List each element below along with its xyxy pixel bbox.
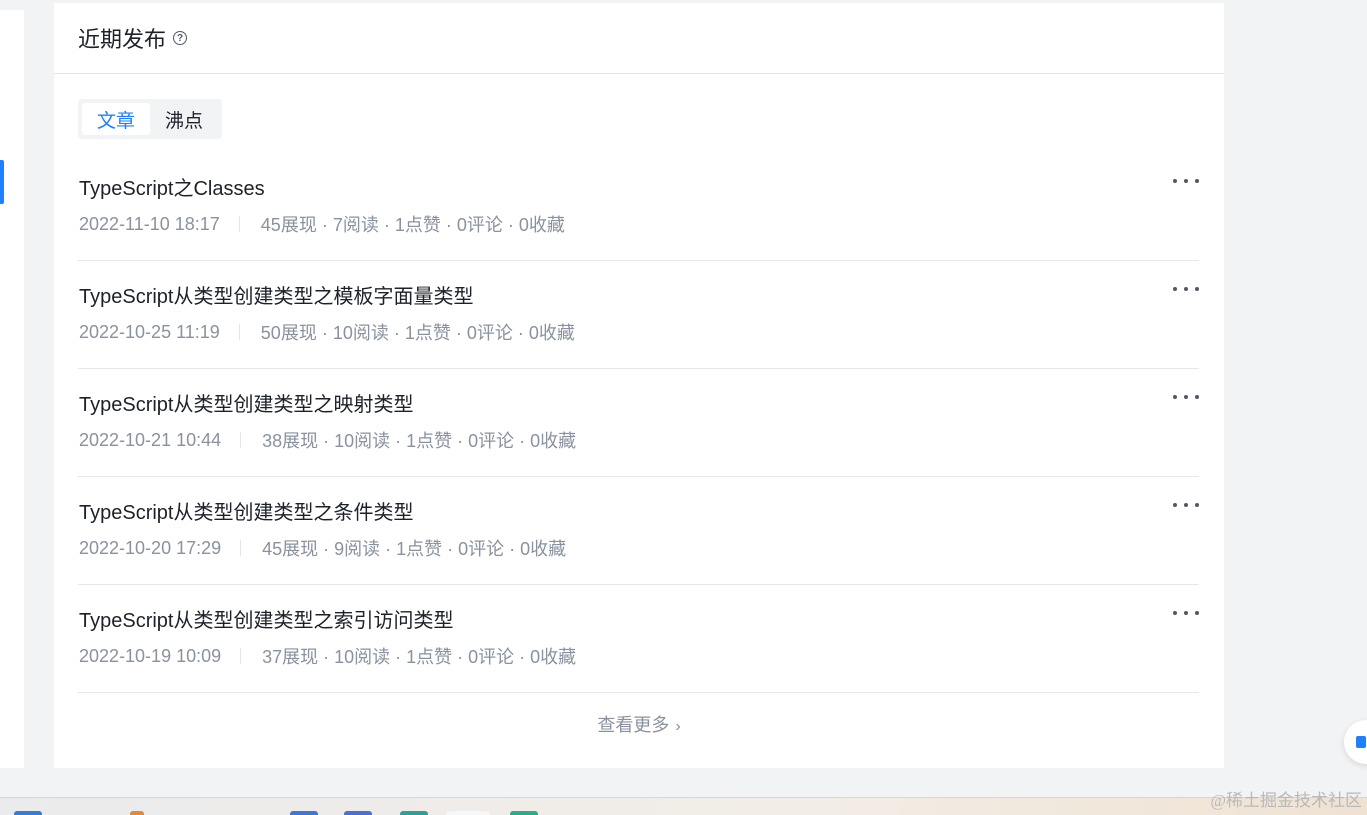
article-stats: 45展现 · 7阅读 · 1点赞 · 0评论 · 0收藏 (260, 215, 565, 235)
more-horizontal-icon[interactable] (1173, 395, 1199, 401)
article-item: TypeScript从类型创建类型之条件类型 2022-10-20 17:29 … (78, 477, 1199, 585)
view-more-label: 查看更多 (597, 715, 670, 735)
meta-divider (238, 324, 240, 340)
recent-posts-card: 近期发布 ? 文章 沸点 TypeScript之Classes 2022-11-… (54, 3, 1224, 768)
chat-icon (1356, 736, 1366, 748)
content-type-tabs: 文章 沸点 (78, 99, 223, 139)
left-sidebar-panel (0, 10, 24, 768)
taskbar-app-icon[interactable] (344, 811, 372, 815)
taskbar-app-icon[interactable] (14, 811, 42, 815)
sidebar-active-indicator (0, 160, 4, 204)
floating-feedback-button[interactable] (1344, 720, 1367, 764)
article-stats: 50展现 · 10阅读 · 1点赞 · 0评论 · 0收藏 (260, 323, 575, 343)
watermark: @稀土掘金技术社区 (1210, 791, 1362, 810)
article-item: TypeScript从类型创建类型之索引访问类型 2022-10-19 10:0… (78, 585, 1199, 693)
article-meta: 2022-10-25 11:19 50展现 · 10阅读 · 1点赞 · 0评论… (79, 319, 575, 345)
tab-pins[interactable]: 沸点 (150, 103, 218, 135)
meta-divider (240, 432, 242, 448)
article-title[interactable]: TypeScript从类型创建类型之映射类型 (79, 388, 413, 417)
meta-divider (240, 648, 242, 664)
article-item: TypeScript之Classes 2022-11-10 18:17 45展现… (78, 153, 1199, 261)
article-datetime: 2022-11-10 18:17 (79, 213, 220, 234)
article-meta: 2022-10-19 10:09 37展现 · 10阅读 · 1点赞 · 0评论… (79, 643, 576, 669)
article-list: TypeScript之Classes 2022-11-10 18:17 45展现… (78, 153, 1199, 693)
article-meta: 2022-11-10 18:17 45展现 · 7阅读 · 1点赞 · 0评论 … (79, 211, 565, 237)
taskbar-app-icon[interactable] (510, 811, 538, 815)
article-datetime: 2022-10-21 10:44 (79, 429, 222, 450)
card-header: 近期发布 ? (54, 3, 1224, 74)
article-item: TypeScript从类型创建类型之映射类型 2022-10-21 10:44 … (78, 369, 1199, 477)
article-meta: 2022-10-21 10:44 38展现 · 10阅读 · 1点赞 · 0评论… (79, 427, 576, 453)
taskbar-app-icon[interactable] (130, 811, 144, 815)
tab-articles[interactable]: 文章 (82, 103, 151, 135)
taskbar-app-icon[interactable] (400, 811, 428, 815)
section-title: 近期发布 (78, 27, 167, 52)
os-taskbar (0, 797, 1367, 815)
taskbar-app-icon[interactable] (290, 811, 318, 815)
article-meta: 2022-10-20 17:29 45展现 · 9阅读 · 1点赞 · 0评论 … (79, 535, 566, 561)
more-horizontal-icon[interactable] (1173, 179, 1199, 185)
article-title[interactable]: TypeScript从类型创建类型之条件类型 (79, 496, 413, 525)
meta-divider (240, 540, 242, 556)
article-datetime: 2022-10-19 10:09 (79, 645, 222, 666)
article-stats: 38展现 · 10阅读 · 1点赞 · 0评论 · 0收藏 (262, 431, 577, 451)
article-item: TypeScript从类型创建类型之模板字面量类型 2022-10-25 11:… (78, 261, 1199, 369)
more-horizontal-icon[interactable] (1173, 503, 1199, 509)
chevron-right-icon: › (675, 718, 681, 735)
article-stats: 45展现 · 9阅读 · 1点赞 · 0评论 · 0收藏 (262, 539, 567, 559)
taskbar-app-icon[interactable] (446, 811, 490, 815)
article-datetime: 2022-10-20 17:29 (79, 537, 222, 558)
article-title[interactable]: TypeScript之Classes (79, 172, 265, 201)
meta-divider (238, 216, 240, 232)
more-horizontal-icon[interactable] (1173, 287, 1199, 293)
more-horizontal-icon[interactable] (1173, 611, 1199, 617)
article-datetime: 2022-10-25 11:19 (79, 321, 220, 342)
article-title[interactable]: TypeScript从类型创建类型之模板字面量类型 (79, 280, 473, 309)
article-title[interactable]: TypeScript从类型创建类型之索引访问类型 (79, 604, 453, 633)
view-more-link[interactable]: 查看更多 › (54, 711, 1224, 737)
article-stats: 37展现 · 10阅读 · 1点赞 · 0评论 · 0收藏 (262, 647, 577, 667)
question-circle-icon[interactable]: ? (173, 31, 188, 45)
